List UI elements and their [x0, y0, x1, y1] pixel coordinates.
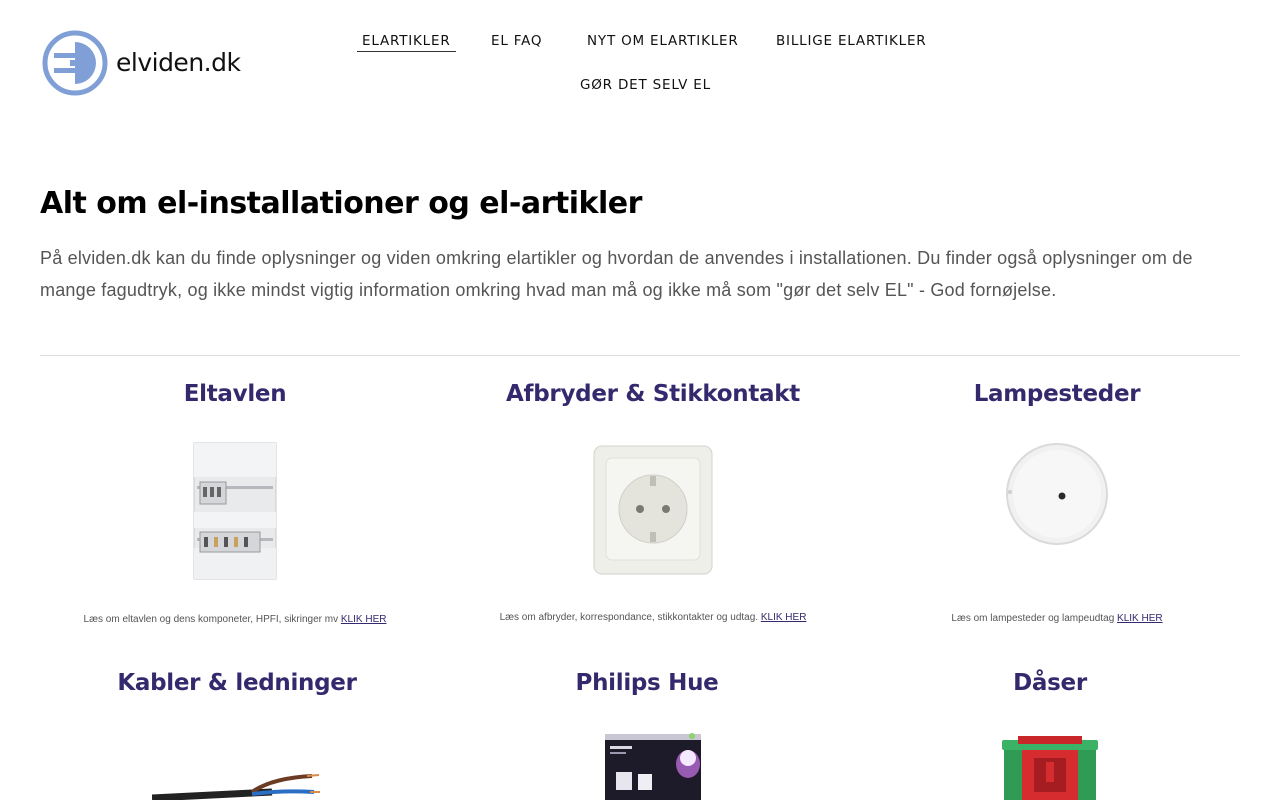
divider [40, 355, 1240, 356]
card-text-afbryder-stikkontakt: Læs om afbryder, korrespondance, stikkon… [500, 612, 807, 623]
card-text-lampesteder: Læs om lampesteder og lampeudtag KLIK HE… [951, 613, 1162, 624]
card-description: Læs om afbryder, korrespondance, stikkon… [499, 612, 761, 623]
klik-her-link[interactable]: KLIK HER [761, 612, 807, 623]
ceiling-outlet-image [1006, 443, 1108, 545]
elviden-plug-logo-icon [42, 30, 108, 96]
nav-item-nyt-om-elartikler[interactable]: NYT OM ELARTIKLER [587, 33, 739, 49]
klik-her-link[interactable]: KLIK HER [341, 614, 387, 625]
card-title-daaser[interactable]: Dåser [1013, 670, 1087, 696]
card-title-kabler-ledninger[interactable]: Kabler & ledninger [117, 670, 357, 696]
philips-hue-box-image [605, 733, 701, 800]
card-description: Læs om eltavlen og dens komponeter, HPFI… [83, 614, 341, 625]
card-title-eltavlen[interactable]: Eltavlen [184, 381, 287, 407]
card-title-philips-hue[interactable]: Philips Hue [576, 670, 719, 696]
wall-socket-image [593, 445, 713, 575]
card-description: Læs om lampesteder og lampeudtag [951, 613, 1118, 624]
site-logo[interactable]: elviden.dk [42, 28, 242, 100]
card-title-lampesteder[interactable]: Lampesteder [974, 381, 1141, 407]
logo-text: elviden.dk [116, 48, 241, 77]
intro-text: På elviden.dk kan du finde oplysninger o… [40, 248, 1193, 300]
nav-item-goer-det-selv-el[interactable]: GØR DET SELV EL [580, 77, 711, 93]
nav-item-el-faq[interactable]: EL FAQ [491, 33, 542, 49]
nav-item-elartikler[interactable]: ELARTIKLER [357, 33, 456, 52]
junction-box-image [1002, 736, 1098, 800]
card-text-eltavlen: Læs om eltavlen og dens komponeter, HPFI… [84, 614, 387, 625]
fuse-box-image [193, 442, 277, 580]
card-title-afbryder-stikkontakt[interactable]: Afbryder & Stikkontakt [506, 381, 800, 407]
cable-image [152, 774, 320, 800]
nav-item-billige-elartikler[interactable]: BILLIGE ELARTIKLER [776, 33, 926, 49]
klik-her-link[interactable]: KLIK HER [1117, 613, 1163, 624]
page-title: Alt om el-installationer og el-artikler [40, 186, 642, 221]
